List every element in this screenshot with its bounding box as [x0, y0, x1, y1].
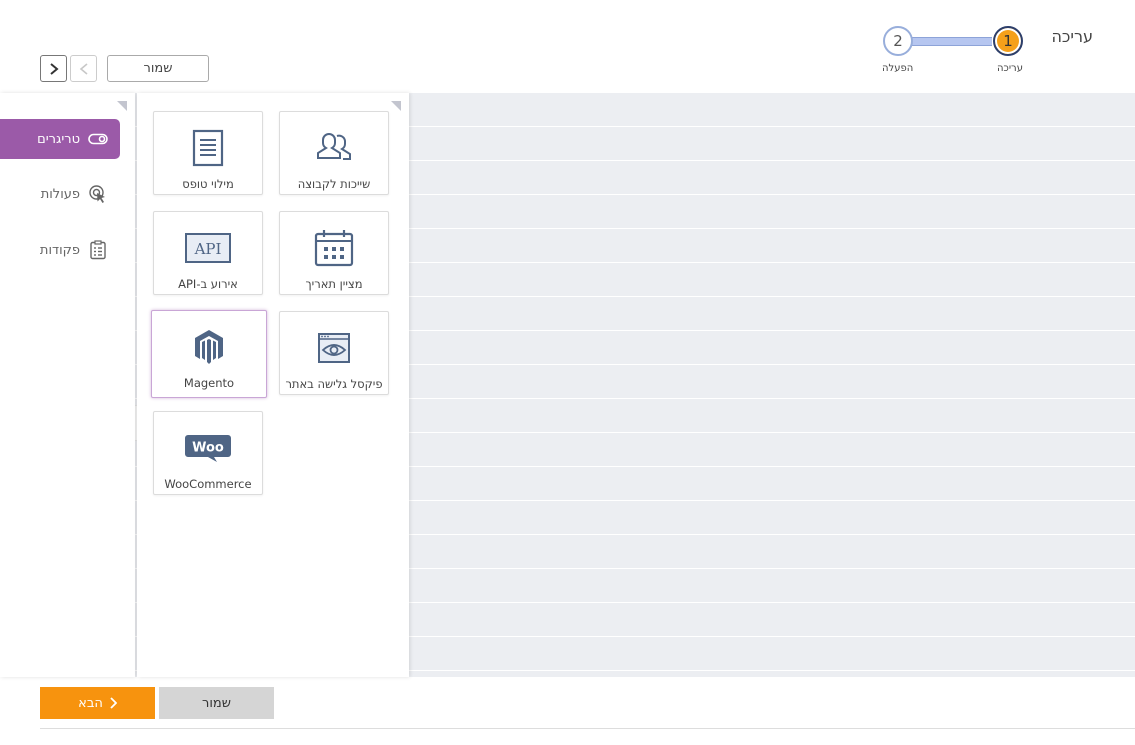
category-conditions[interactable]: פקודות — [0, 230, 120, 270]
tile-label: שייכות לקבוצה — [297, 177, 371, 191]
chevron-right-icon — [110, 697, 117, 709]
woo-logo-icon: Woo — [184, 428, 232, 468]
save-button-top[interactable]: שמור — [107, 55, 209, 82]
chevron-right-icon — [49, 62, 59, 75]
tile-magento[interactable]: Magento — [151, 310, 267, 398]
calendar-icon — [314, 228, 354, 268]
next-button-label: הבא — [78, 695, 103, 711]
tile-label: מציין תאריך — [305, 277, 363, 291]
tile-label: פיקסל גלישה באתר — [285, 377, 383, 391]
step-1-label: עריכה — [997, 63, 1023, 74]
category-triggers[interactable]: טריגרים — [0, 119, 120, 159]
users-group-icon — [315, 128, 353, 168]
toggle-icon — [88, 129, 108, 149]
tile-date-marker[interactable]: מציין תאריך — [279, 211, 389, 295]
category-triggers-label: טריגרים — [37, 131, 80, 147]
step-1-circle[interactable]: 1 — [993, 26, 1023, 56]
tile-label: מילוי טופס — [182, 177, 234, 191]
collapse-corner-icon[interactable] — [391, 101, 401, 111]
collapse-corner-icon[interactable] — [117, 101, 127, 111]
page-title: עריכה — [1051, 27, 1093, 46]
tile-label: אירוע ב-API — [178, 277, 238, 291]
footer-divider — [40, 728, 1135, 729]
tile-form-fill[interactable]: מילוי טופס — [153, 111, 263, 195]
browser-eye-icon — [318, 328, 350, 368]
step-2-circle[interactable]: 2 — [883, 26, 913, 56]
redo-button[interactable] — [40, 55, 67, 82]
tile-api-event[interactable]: API אירוע ב-API — [153, 211, 263, 295]
cursor-click-icon — [88, 184, 108, 204]
category-actions-label: פעולות — [40, 186, 80, 202]
category-conditions-label: פקודות — [39, 242, 80, 258]
tile-site-pixel[interactable]: פיקסל גלישה באתר — [279, 311, 389, 395]
category-actions[interactable]: פעולות — [0, 174, 120, 214]
tile-label: Magento — [183, 376, 235, 390]
clipboard-list-icon — [88, 240, 108, 260]
magento-logo-icon — [193, 327, 225, 367]
category-sidebar: טריגרים פעולות פקודות — [0, 93, 135, 677]
undo-button[interactable] — [70, 55, 97, 82]
progress-stepper: 2 1 הפעלה עריכה — [880, 24, 1030, 79]
chevron-left-icon — [79, 62, 88, 75]
svg-text:API: API — [194, 240, 222, 258]
stepper-connector — [912, 37, 992, 46]
step-2-label: הפעלה — [882, 63, 914, 74]
form-document-icon — [192, 128, 224, 168]
svg-text:Woo: Woo — [192, 441, 224, 456]
save-button-bottom[interactable]: שמור — [159, 687, 274, 719]
tile-label: WooCommerce — [164, 477, 252, 491]
next-button[interactable]: הבא — [40, 687, 155, 719]
api-icon: API — [185, 228, 231, 268]
trigger-items-panel: שייכות לקבוצה מילוי טופס מציין תאריך API… — [137, 93, 409, 677]
tile-woocommerce[interactable]: Woo WooCommerce — [153, 411, 263, 495]
tile-group-membership[interactable]: שייכות לקבוצה — [279, 111, 389, 195]
